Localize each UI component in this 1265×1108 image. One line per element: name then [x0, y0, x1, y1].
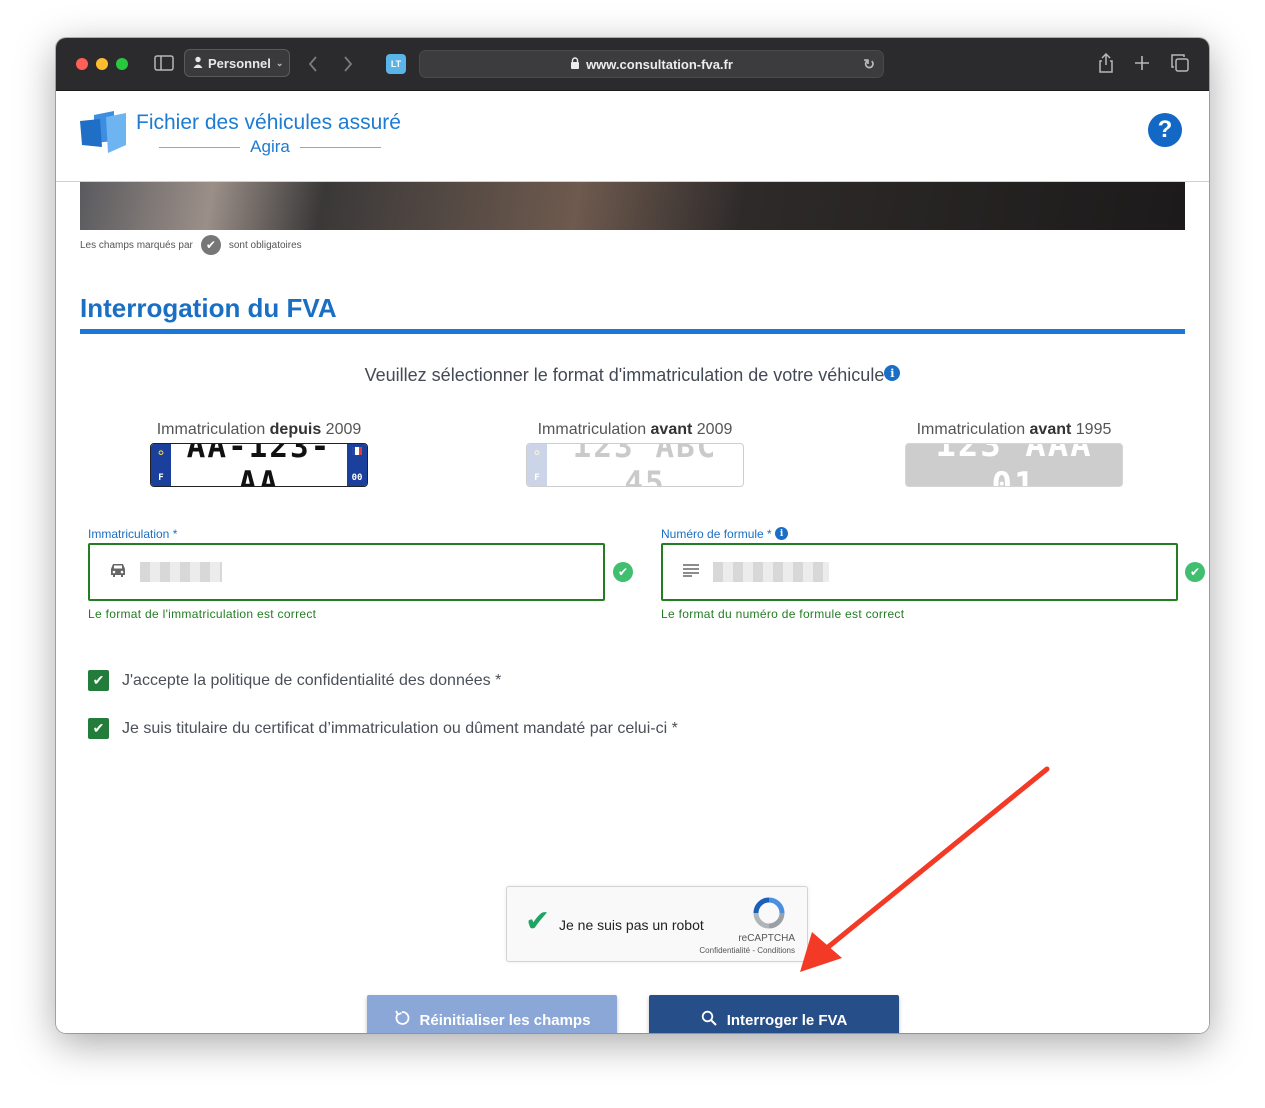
privacy-checkbox[interactable]: ✔: [88, 670, 109, 691]
minimize-window-button[interactable]: [96, 58, 108, 70]
plate-number: 123 ABC 45: [572, 443, 718, 487]
profile-label: Personnel: [208, 55, 271, 71]
recaptcha-widget[interactable]: ✔ Je ne suis pas un robot reCAPTCHA Conf…: [506, 886, 808, 962]
address-bar[interactable]: www.consultation-fva.fr ↻: [419, 50, 884, 78]
chevron-down-icon: ⌄: [275, 57, 284, 68]
holder-checkbox-row[interactable]: ✔ Je suis titulaire du certificat d’imma…: [88, 718, 678, 739]
formule-field[interactable]: [661, 543, 1178, 601]
format-label: Immatriculation depuis 2009: [156, 421, 362, 438]
plate-number: 123 AAA 01: [935, 443, 1093, 487]
format-label: Immatriculation avant 2009: [537, 421, 733, 438]
zoom-window-button[interactable]: [116, 58, 128, 70]
immatriculation-input[interactable]: [140, 562, 222, 582]
text-lines-icon: [681, 562, 701, 582]
holder-checkbox[interactable]: ✔: [88, 718, 109, 739]
eu-band: ✪ F: [151, 444, 171, 486]
privacy-checkbox-row[interactable]: ✔ J'accepte la politique de confidential…: [88, 670, 501, 691]
section-title: Interrogation du FVA: [80, 293, 337, 323]
site-subtitle: Agira: [159, 137, 381, 157]
format-option-since-2009[interactable]: Immatriculation depuis 2009 ✪ F AA-123-AA…: [148, 421, 370, 487]
french-flag-icon: [352, 447, 362, 455]
car-icon: [108, 562, 128, 583]
eu-stars-icon: ✪: [158, 448, 164, 458]
search-icon: [701, 1010, 717, 1030]
site-title: Fichier des véhicules assuré: [136, 111, 401, 134]
format-option-before-2009[interactable]: Immatriculation avant 2009 ✪ F 123 ABC 45: [522, 421, 748, 487]
help-button[interactable]: ?: [1148, 113, 1182, 147]
immatriculation-help: Le format de l'immatriculation est corre…: [88, 607, 317, 621]
captcha-brand: reCAPTCHA: [738, 933, 795, 944]
required-check-icon: ✔: [200, 235, 221, 255]
holder-checkbox-label[interactable]: Je suis titulaire du certificat d’immatr…: [122, 720, 678, 738]
formule-label-text: Numéro de formule *: [661, 527, 772, 541]
browser-toolbar: Personnel ⌄ LT www.consultation-fva.fr ↻: [56, 38, 1209, 91]
immatriculation-label: Immatriculation *: [88, 527, 178, 541]
back-icon[interactable]: [307, 55, 319, 75]
query-fva-button[interactable]: Interroger le FVA: [649, 995, 899, 1033]
required-note-before: Les champs marqués par: [80, 239, 193, 251]
required-note-after: sont obligatoires: [228, 239, 302, 251]
new-tab-icon[interactable]: [1134, 55, 1150, 72]
formule-valid-icon: ✔: [1185, 562, 1205, 582]
section-divider: [80, 329, 1185, 334]
fva-logo-icon: [80, 111, 126, 153]
format-label: Immatriculation avant 1995: [916, 421, 1112, 438]
format-question: Veuillez sélectionner le format d'immatr…: [56, 365, 1209, 386]
reset-icon: [394, 1010, 410, 1030]
captcha-check-icon[interactable]: ✔: [525, 907, 550, 937]
share-icon[interactable]: [1098, 52, 1114, 77]
immatriculation-field[interactable]: [88, 543, 605, 601]
forward-icon[interactable]: [342, 55, 354, 75]
plate-image: ✪ F AA-123-AA 00: [150, 443, 368, 487]
required-fields-note: Les champs marqués par ✔ sont obligatoir…: [80, 235, 302, 255]
eu-stars-icon: ✪: [534, 448, 540, 458]
url-text: www.consultation-fva.fr: [586, 56, 733, 72]
captcha-links[interactable]: Confidentialité - Conditions: [699, 946, 795, 955]
sidebar-toggle-icon[interactable]: [154, 55, 174, 75]
reset-button-label: Réinitialiser les champs: [419, 1011, 591, 1029]
tab-overview-icon[interactable]: [1171, 54, 1189, 76]
reset-button[interactable]: Réinitialiser les champs: [367, 995, 617, 1033]
close-window-button[interactable]: [76, 58, 88, 70]
profile-selector[interactable]: Personnel ⌄: [184, 49, 290, 77]
site-favicon: LT: [386, 54, 406, 74]
query-button-label: Interroger le FVA: [726, 1011, 848, 1029]
plate-image: 123 AAA 01: [905, 443, 1123, 487]
formule-label: Numéro de formule * i: [661, 527, 789, 541]
site-header: Fichier des véhicules assuré Agira ?: [56, 91, 1209, 182]
formule-input[interactable]: [713, 562, 829, 582]
page-content: Fichier des véhicules assuré Agira ? Les…: [56, 91, 1209, 1033]
reload-icon[interactable]: ↻: [863, 56, 875, 73]
format-option-before-1995[interactable]: Immatriculation avant 1995 123 AAA 01: [901, 421, 1127, 487]
eu-band: ✪ F: [527, 444, 547, 486]
lock-icon: [570, 56, 580, 72]
person-icon: [193, 56, 203, 71]
formule-info-icon[interactable]: i: [775, 527, 789, 540]
privacy-checkbox-label[interactable]: J'accepte la politique de confidentialit…: [122, 672, 501, 690]
help-icon: ?: [1157, 116, 1173, 143]
captcha-label: Je ne suis pas un robot: [559, 917, 704, 933]
formule-help: Le format du numéro de formule est corre…: [661, 607, 905, 621]
recaptcha-logo-icon: [753, 897, 785, 929]
plate-number: AA-123-AA: [186, 443, 332, 487]
immatriculation-valid-icon: ✔: [613, 562, 633, 582]
hero-banner-image: [80, 182, 1185, 230]
info-icon[interactable]: i: [884, 365, 901, 381]
site-subtitle-text: Agira: [250, 137, 290, 156]
region-band: 00: [347, 444, 367, 486]
format-question-text: Veuillez sélectionner le format d'immatr…: [364, 365, 885, 385]
plate-image: ✪ F 123 ABC 45: [526, 443, 744, 487]
browser-window: Personnel ⌄ LT www.consultation-fva.fr ↻: [56, 38, 1209, 1033]
